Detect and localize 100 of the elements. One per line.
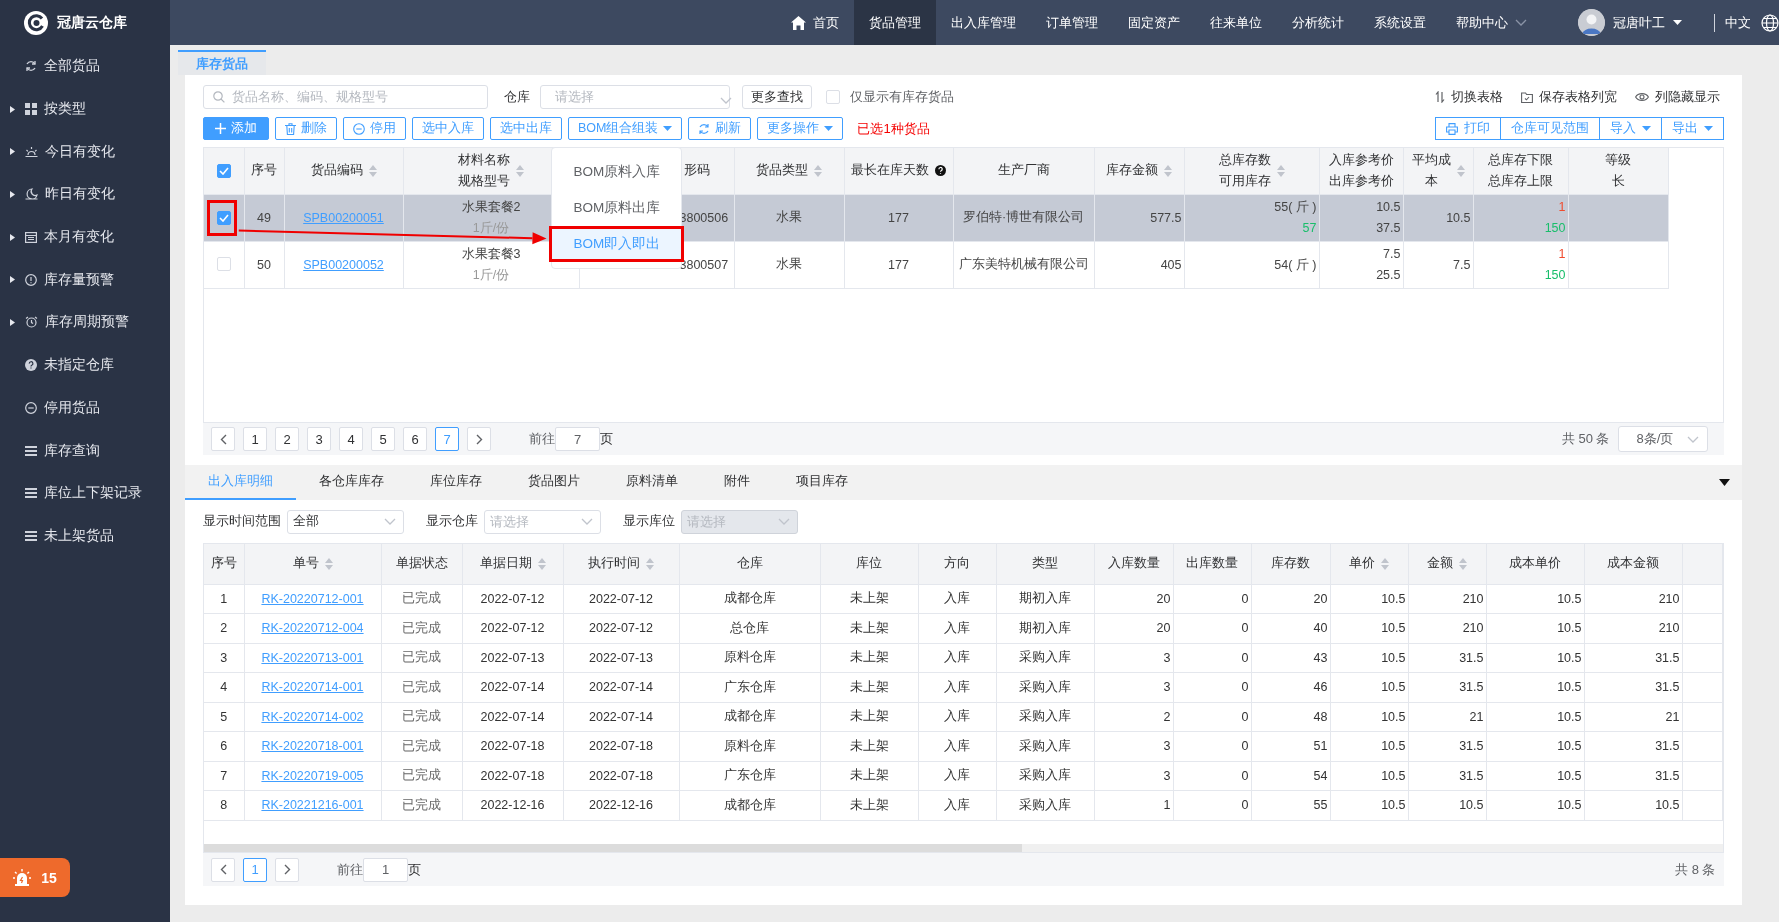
sidebar-item[interactable]: 未上架货品 bbox=[44, 526, 114, 545]
next-page-button[interactable] bbox=[467, 427, 491, 451]
sidebar-item[interactable]: 停用货品 bbox=[44, 398, 100, 417]
nav-item[interactable]: 货品管理 bbox=[853, 0, 936, 45]
checkbox[interactable] bbox=[216, 210, 231, 225]
sidebar-item[interactable]: 库存量预警 bbox=[44, 270, 114, 289]
help-icon[interactable] bbox=[935, 165, 946, 177]
language-menu[interactable]: 中文 bbox=[1724, 13, 1751, 32]
column-header: 方向 bbox=[944, 555, 970, 573]
nav-item[interactable]: 系统设置 bbox=[1358, 0, 1441, 45]
page-input[interactable]: 1 bbox=[363, 857, 408, 882]
page-button[interactable]: 4 bbox=[339, 427, 363, 451]
caret-right-icon[interactable] bbox=[10, 276, 15, 284]
filter-select[interactable]: 请选择 bbox=[484, 509, 601, 534]
more-search-button[interactable]: 更多查找 bbox=[742, 85, 812, 109]
nav-item[interactable]: 订单管理 bbox=[1030, 0, 1113, 45]
sidebar-item[interactable]: 库位上下架记录 bbox=[44, 484, 142, 503]
detail-tab[interactable]: 附件 bbox=[701, 465, 773, 500]
sort-icon[interactable] bbox=[516, 164, 524, 177]
previous-page-button[interactable] bbox=[211, 857, 235, 882]
column-header: 金额 bbox=[1427, 555, 1453, 573]
page-button[interactable]: 3 bbox=[307, 427, 331, 451]
page-input[interactable]: 7 bbox=[555, 427, 600, 451]
detail-tab[interactable]: 货品图片 bbox=[505, 465, 603, 500]
caret-right-icon[interactable] bbox=[10, 105, 15, 113]
table-cell: 2022-07-18 bbox=[589, 739, 653, 754]
toolbar-link[interactable]: 保存表格列宽 bbox=[1538, 88, 1617, 106]
sort-icon[interactable] bbox=[1164, 164, 1172, 177]
folder-icon bbox=[1520, 91, 1533, 103]
sidebar-item[interactable]: 库存周期预警 bbox=[45, 313, 129, 332]
table-cell: 入库 bbox=[944, 591, 970, 606]
sort-icon[interactable] bbox=[1276, 164, 1285, 177]
next-page-button[interactable] bbox=[275, 857, 299, 882]
column-header: 执行时间 bbox=[588, 555, 640, 573]
table-cell: 31.5 bbox=[1459, 680, 1484, 695]
detail-tab[interactable]: 库位库存 bbox=[407, 465, 505, 500]
page-button[interactable]: 5 bbox=[371, 427, 395, 451]
nav-item[interactable]: 帮助中心 bbox=[1440, 0, 1542, 45]
table-cell: 罗伯特·博世有限公司 bbox=[962, 210, 1085, 224]
checkbox[interactable] bbox=[216, 163, 231, 178]
caret-right-icon[interactable] bbox=[10, 233, 15, 241]
warehouse-select[interactable]: 请选择 bbox=[540, 85, 730, 109]
sidebar-item[interactable]: 未指定仓库 bbox=[44, 356, 114, 375]
sidebar-item[interactable]: 按类型 bbox=[44, 100, 86, 119]
globe-icon[interactable] bbox=[1760, 13, 1779, 32]
collapse-toggle-icon[interactable] bbox=[1718, 479, 1730, 486]
column-header: 货品编码 bbox=[310, 162, 363, 180]
nav-item[interactable]: 分析统计 bbox=[1276, 0, 1359, 45]
page-button[interactable]: 2 bbox=[275, 427, 299, 451]
table-cell: 2022-07-18 bbox=[480, 768, 545, 783]
sunrise-icon bbox=[25, 145, 38, 158]
detail-tab[interactable]: 各仓库库存 bbox=[296, 465, 407, 500]
toolbar-link[interactable]: 列隐藏显示 bbox=[1654, 88, 1720, 106]
nav-item[interactable]: 往来单位 bbox=[1194, 0, 1277, 45]
nav-item[interactable]: 出入库管理 bbox=[935, 0, 1031, 45]
sort-icon[interactable] bbox=[1459, 557, 1467, 570]
column-header: 单据状态 bbox=[395, 555, 448, 573]
table-cell: 原料仓库 bbox=[723, 738, 776, 753]
chevron-down-icon bbox=[581, 518, 593, 525]
page-button[interactable]: 6 bbox=[403, 427, 427, 451]
filter-select[interactable]: 全部 bbox=[287, 509, 404, 534]
sidebar-item[interactable]: 库存查询 bbox=[44, 441, 100, 460]
avatar-icon[interactable] bbox=[1577, 9, 1605, 36]
sort-icon[interactable] bbox=[1381, 557, 1389, 570]
sidebar-item[interactable]: 今日有变化 bbox=[45, 142, 115, 161]
column-header: 序号 bbox=[210, 555, 237, 573]
sidebar-item[interactable]: 全部货品 bbox=[44, 57, 100, 76]
caret-right-icon[interactable] bbox=[10, 190, 15, 198]
chevron-down-icon bbox=[1514, 19, 1527, 26]
search-field[interactable]: 货品名称、编码、规格型号 bbox=[203, 85, 488, 109]
sidebar-item[interactable]: 本月有变化 bbox=[44, 228, 114, 247]
table-cell: 已完成 bbox=[402, 679, 441, 694]
horizontal-scrollbar[interactable] bbox=[204, 844, 1723, 852]
detail-tab[interactable]: 项目库存 bbox=[773, 465, 871, 500]
previous-page-button[interactable] bbox=[211, 427, 235, 451]
sort-icon[interactable] bbox=[537, 557, 546, 570]
sort-icon[interactable] bbox=[646, 557, 654, 570]
user-name[interactable]: 冠唐叶工 bbox=[1612, 13, 1665, 32]
table-cell: 54 bbox=[1313, 768, 1328, 783]
toolbar-link[interactable]: 切换表格 bbox=[1450, 88, 1503, 106]
table-cell: 入库 bbox=[944, 709, 970, 724]
table-cell: 已完成 bbox=[402, 650, 441, 665]
sort-icon[interactable] bbox=[324, 557, 333, 570]
table-cell: 2022-07-13 bbox=[589, 650, 653, 665]
table-cell: 31.5 bbox=[1655, 650, 1680, 665]
caret-right-icon[interactable] bbox=[10, 148, 15, 156]
page-size-select[interactable]: 8条/页 bbox=[1617, 426, 1708, 452]
sort-icon[interactable] bbox=[1456, 164, 1465, 177]
table-cell: 51 bbox=[1313, 739, 1328, 754]
eye-icon bbox=[1634, 92, 1649, 102]
sort-icon[interactable] bbox=[368, 164, 377, 177]
sidebar-item[interactable]: 昨日有变化 bbox=[45, 185, 115, 204]
nav-item[interactable]: 首页 bbox=[775, 0, 854, 45]
table-cell: 31.5 bbox=[1655, 768, 1680, 783]
caret-right-icon[interactable] bbox=[10, 318, 15, 326]
page-button[interactable]: 1 bbox=[243, 427, 267, 451]
nav-item[interactable]: 固定资产 bbox=[1112, 0, 1195, 45]
table-cell: 10.5 bbox=[1557, 739, 1582, 754]
detail-tab[interactable]: 原料清单 bbox=[603, 465, 701, 500]
sort-icon[interactable] bbox=[814, 164, 822, 177]
